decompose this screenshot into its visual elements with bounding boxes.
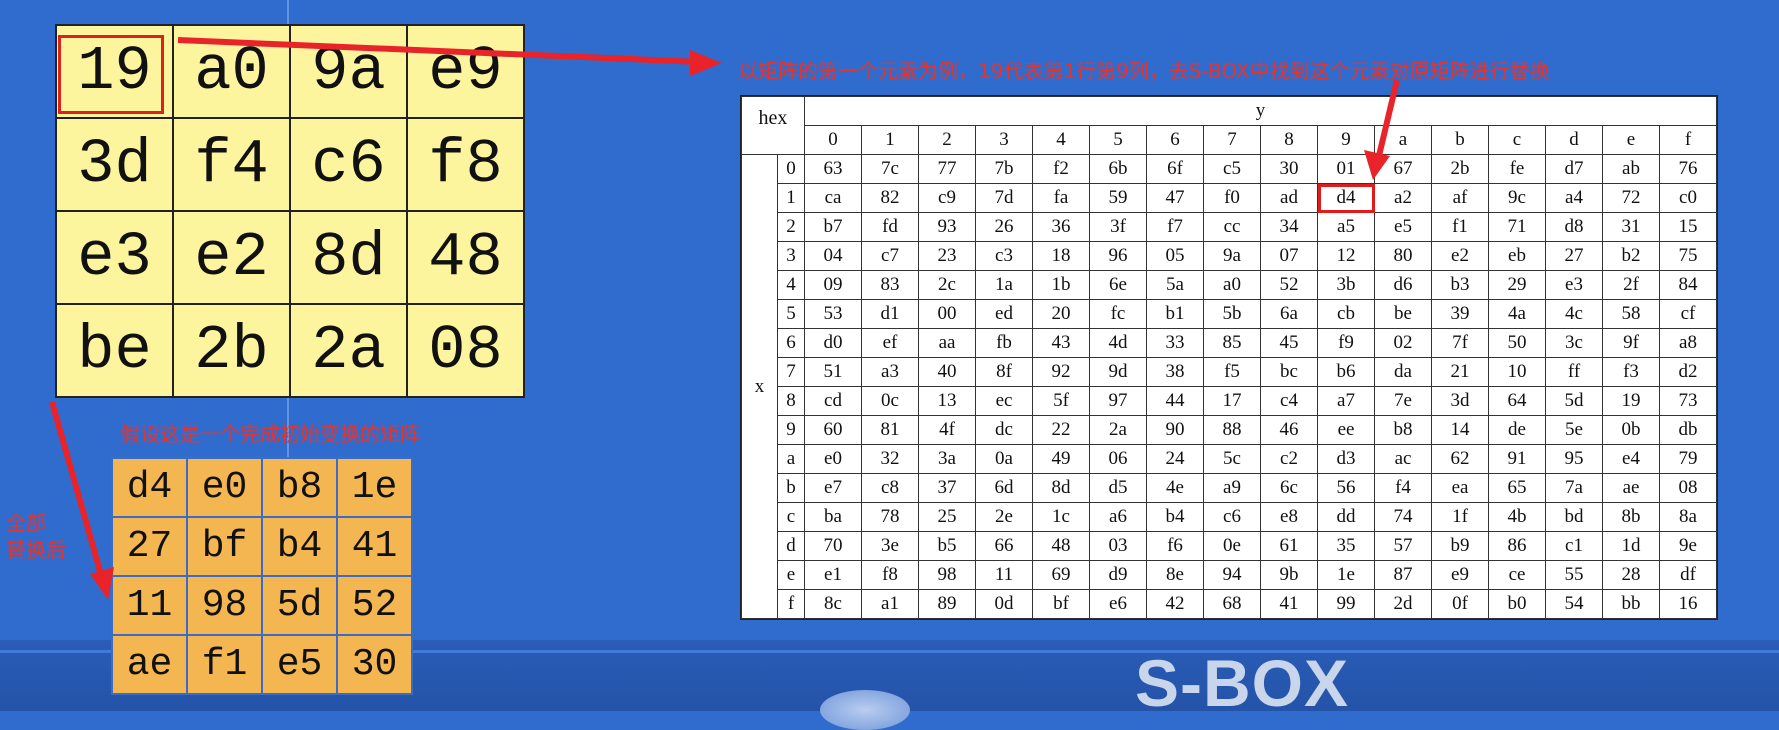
arrow-to-note — [177, 37, 701, 65]
arrow-to-result-head — [90, 567, 114, 600]
arrow-to-note-head — [690, 50, 722, 76]
arrow-to-sbox-cell — [1375, 79, 1400, 161]
annotation-arrows — [49, 37, 1400, 600]
arrow-to-result — [49, 401, 105, 579]
arrow-to-sbox-cell-head — [1364, 150, 1390, 180]
